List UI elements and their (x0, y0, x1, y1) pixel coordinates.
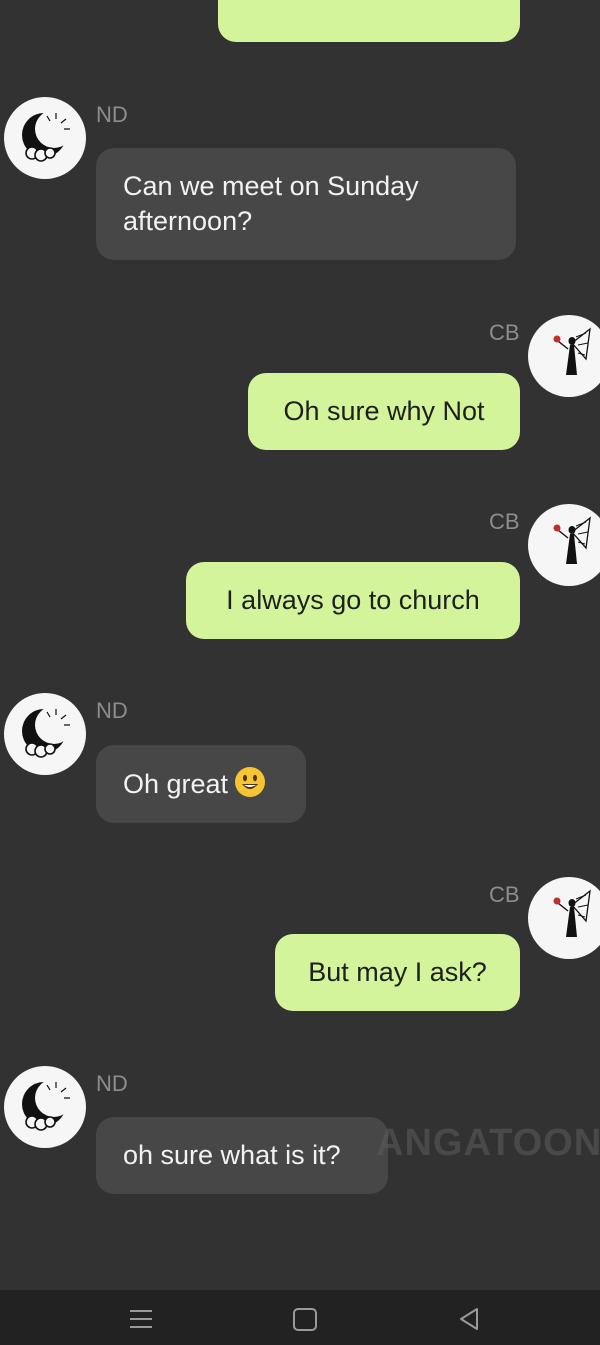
nd-avatar[interactable] (4, 1066, 86, 1148)
message-text: Can we meet on Sunday afternoon? (123, 171, 419, 236)
back-button[interactable] (454, 1304, 484, 1334)
sender-label: CB (489, 320, 520, 345)
crescent-moon-clouds-icon (22, 1079, 73, 1131)
sender-label: ND (96, 1071, 128, 1096)
message-text: Oh sure why Not (283, 396, 485, 426)
crescent-moon-clouds-icon (22, 110, 73, 162)
fairy-with-rose-icon (553, 889, 591, 937)
nd-avatar[interactable] (4, 693, 86, 775)
message-text: oh sure what is it? (123, 1140, 341, 1170)
sender-label: CB (489, 509, 520, 534)
message-bubble-incoming[interactable]: oh sure what is it? (96, 1117, 388, 1194)
sender-label: ND (96, 698, 128, 723)
message-text: Oh great (123, 769, 229, 799)
cb-avatar[interactable] (528, 877, 600, 959)
cb-avatar[interactable] (528, 315, 600, 397)
sender-label: ND (96, 102, 128, 127)
crescent-moon-clouds-icon (22, 706, 73, 758)
fairy-with-rose-icon (553, 516, 591, 564)
smiley-emoji-icon (234, 766, 266, 798)
previous-message-bubble (218, 0, 520, 42)
message-bubble-incoming[interactable]: Can we meet on Sunday afternoon? (96, 148, 516, 260)
sender-label: CB (489, 882, 520, 907)
message-bubble-outgoing[interactable]: I always go to church (186, 562, 520, 639)
message-bubble-outgoing[interactable]: But may I ask? (275, 934, 520, 1011)
menu-icon (130, 1310, 152, 1328)
watermark-logo: ANGATOON (376, 1122, 600, 1164)
chat-thread[interactable]: ND Can we meet on Sunday afternoon? CB O… (0, 0, 600, 1290)
message-bubble-incoming[interactable]: Oh great (96, 745, 306, 823)
back-icon (460, 1308, 478, 1330)
cb-avatar[interactable] (528, 504, 600, 586)
message-text: I always go to church (226, 585, 480, 615)
fairy-with-rose-icon (553, 327, 591, 375)
home-icon (293, 1308, 317, 1331)
home-button[interactable] (290, 1304, 320, 1334)
message-text: But may I ask? (308, 957, 487, 987)
menu-button[interactable] (126, 1304, 156, 1334)
message-bubble-outgoing[interactable]: Oh sure why Not (248, 373, 520, 450)
nd-avatar[interactable] (4, 97, 86, 179)
system-nav-bar (0, 1290, 600, 1345)
